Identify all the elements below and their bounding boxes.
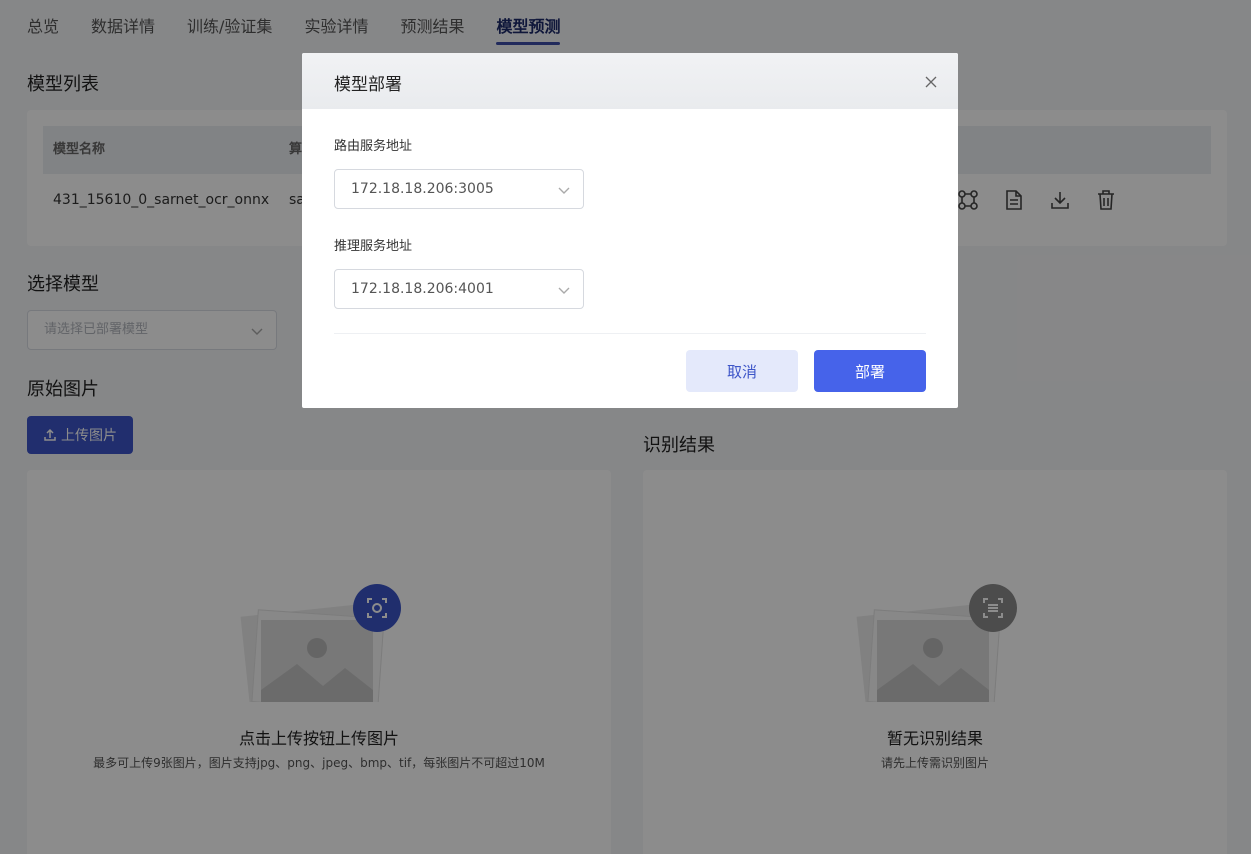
inference-service-value: 172.18.18.206:4001 [351,281,494,297]
inference-service-label: 推理服务地址 [334,239,413,254]
close-icon[interactable] [924,75,938,89]
chevron-down-icon [558,187,570,194]
deploy-button[interactable]: 部署 [814,350,926,392]
cancel-button[interactable]: 取消 [686,350,798,392]
route-service-label: 路由服务地址 [334,139,413,154]
modal-header: 模型部署 [302,53,958,109]
chevron-down-icon [558,287,570,294]
route-service-select[interactable]: 172.18.18.206:3005 [334,169,584,209]
inference-service-select[interactable]: 172.18.18.206:4001 [334,269,584,309]
modal-title: 模型部署 [334,75,402,95]
route-service-value: 172.18.18.206:3005 [351,181,494,197]
modal-divider [334,333,926,334]
deploy-modal: 模型部署 路由服务地址 172.18.18.206:3005 推理服务地址 17… [302,53,958,408]
